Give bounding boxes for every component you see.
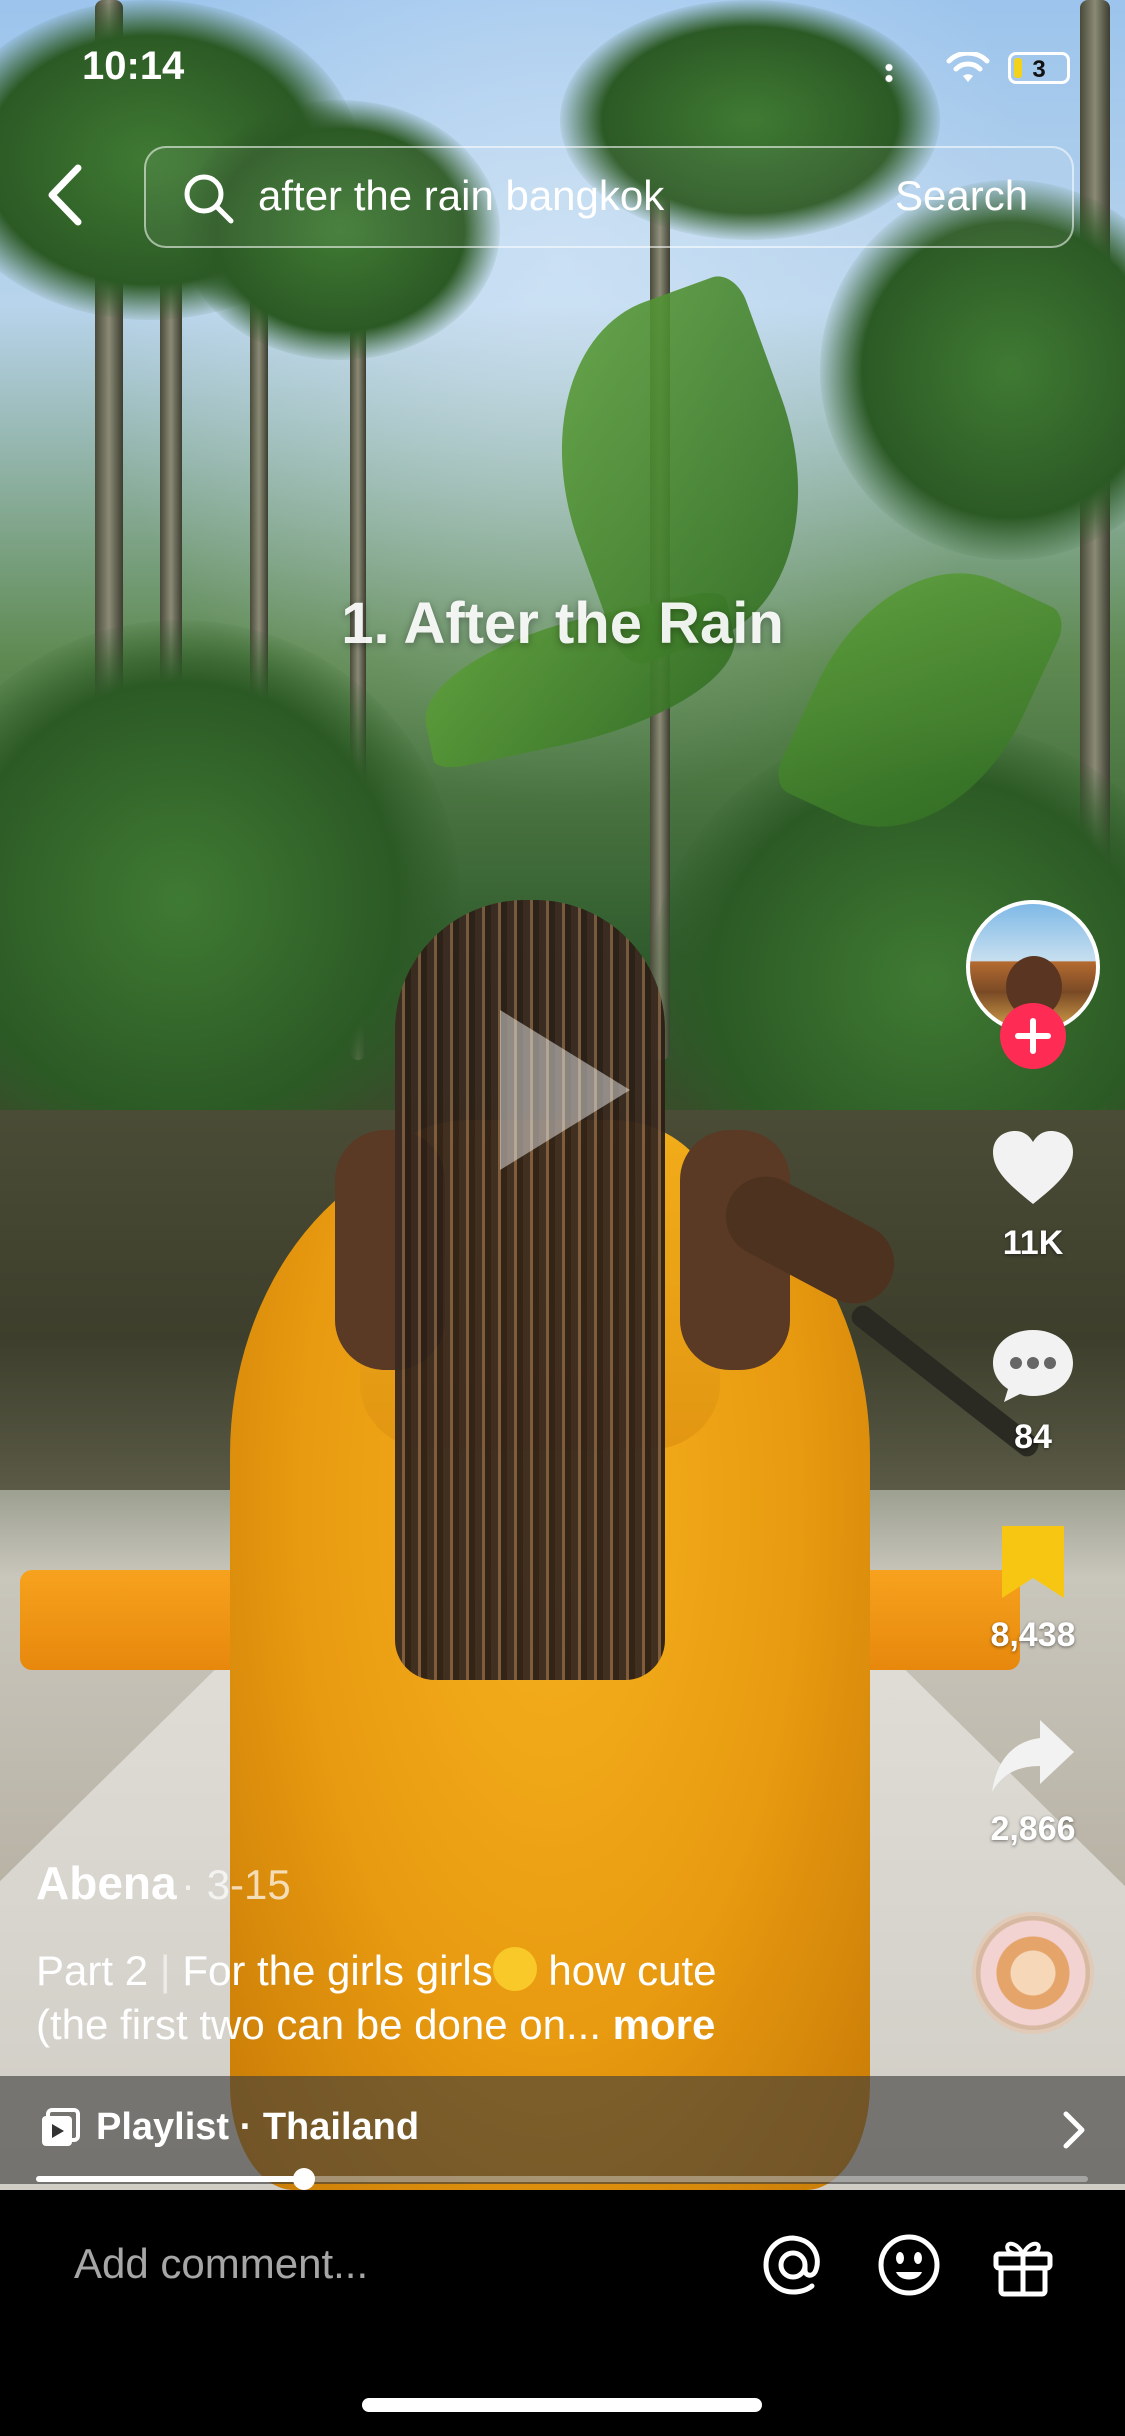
follow-button[interactable] <box>1000 1003 1066 1069</box>
share-count: 2,866 <box>990 1810 1076 1848</box>
progress-fill <box>36 2176 305 2182</box>
share-icon[interactable] <box>990 1716 1076 1796</box>
author-name[interactable]: Abena <box>36 1857 177 1909</box>
music-disc[interactable] <box>972 1912 1094 2034</box>
heart-icon[interactable] <box>990 1128 1076 1208</box>
video-progress-bar[interactable] <box>36 2168 1088 2190</box>
add-comment-input[interactable]: Add comment... <box>74 2240 368 2288</box>
comment-count: 84 <box>1014 1418 1052 1456</box>
search-button[interactable]: Search <box>895 172 1028 220</box>
post-date: · 3-15 <box>181 1861 291 1908</box>
battery-icon: 3 <box>1008 52 1070 84</box>
playlist-label: Playlist · Thailand <box>96 2106 420 2148</box>
pleading-face-emoji-icon <box>492 1947 537 1991</box>
like-count: 11K <box>1002 1224 1064 1262</box>
caption-part: Part 2 <box>36 1947 149 1994</box>
home-indicator[interactable] <box>362 2398 762 2412</box>
status-time: 10:14 <box>82 44 185 88</box>
video-overlay-title: 1. After the Rain <box>341 591 784 656</box>
playlist-bar[interactable]: Playlist · Thailand <box>0 2076 1125 2184</box>
emoji-icon[interactable] <box>874 2230 944 2300</box>
search-query[interactable]: after the rain bangkok <box>258 172 664 220</box>
back-chevron-icon[interactable] <box>40 160 92 230</box>
plus-icon <box>1015 1018 1051 1054</box>
caption-line1-end: how cute <box>536 1947 717 1994</box>
bookmark-count: 8,438 <box>990 1616 1076 1654</box>
status-bar: 10:14 3 <box>0 0 1125 130</box>
battery-level: 3 <box>1032 56 1046 83</box>
chevron-right-icon[interactable] <box>1060 2110 1088 2150</box>
wifi-icon <box>946 52 990 82</box>
gift-icon[interactable] <box>988 2230 1058 2300</box>
bookmark-icon[interactable] <box>990 1522 1076 1602</box>
caption[interactable]: Part 2 | For the girls girls how cute (t… <box>36 1944 866 2052</box>
more-link[interactable]: more <box>613 2001 716 2048</box>
caption-line1: For the girls girls <box>182 1947 493 1994</box>
signal-dots-icon <box>885 62 893 84</box>
comment-icon[interactable] <box>990 1326 1076 1406</box>
caption-separator: | <box>159 1947 171 1994</box>
search-icon <box>184 174 234 224</box>
author-row: Abena · 3-15 <box>36 1856 291 1910</box>
playlist-icon <box>42 2108 80 2146</box>
caption-line2: (the first two can be done on... <box>36 2001 601 2048</box>
play-icon[interactable] <box>500 1010 630 1170</box>
mention-icon[interactable] <box>758 2230 828 2300</box>
